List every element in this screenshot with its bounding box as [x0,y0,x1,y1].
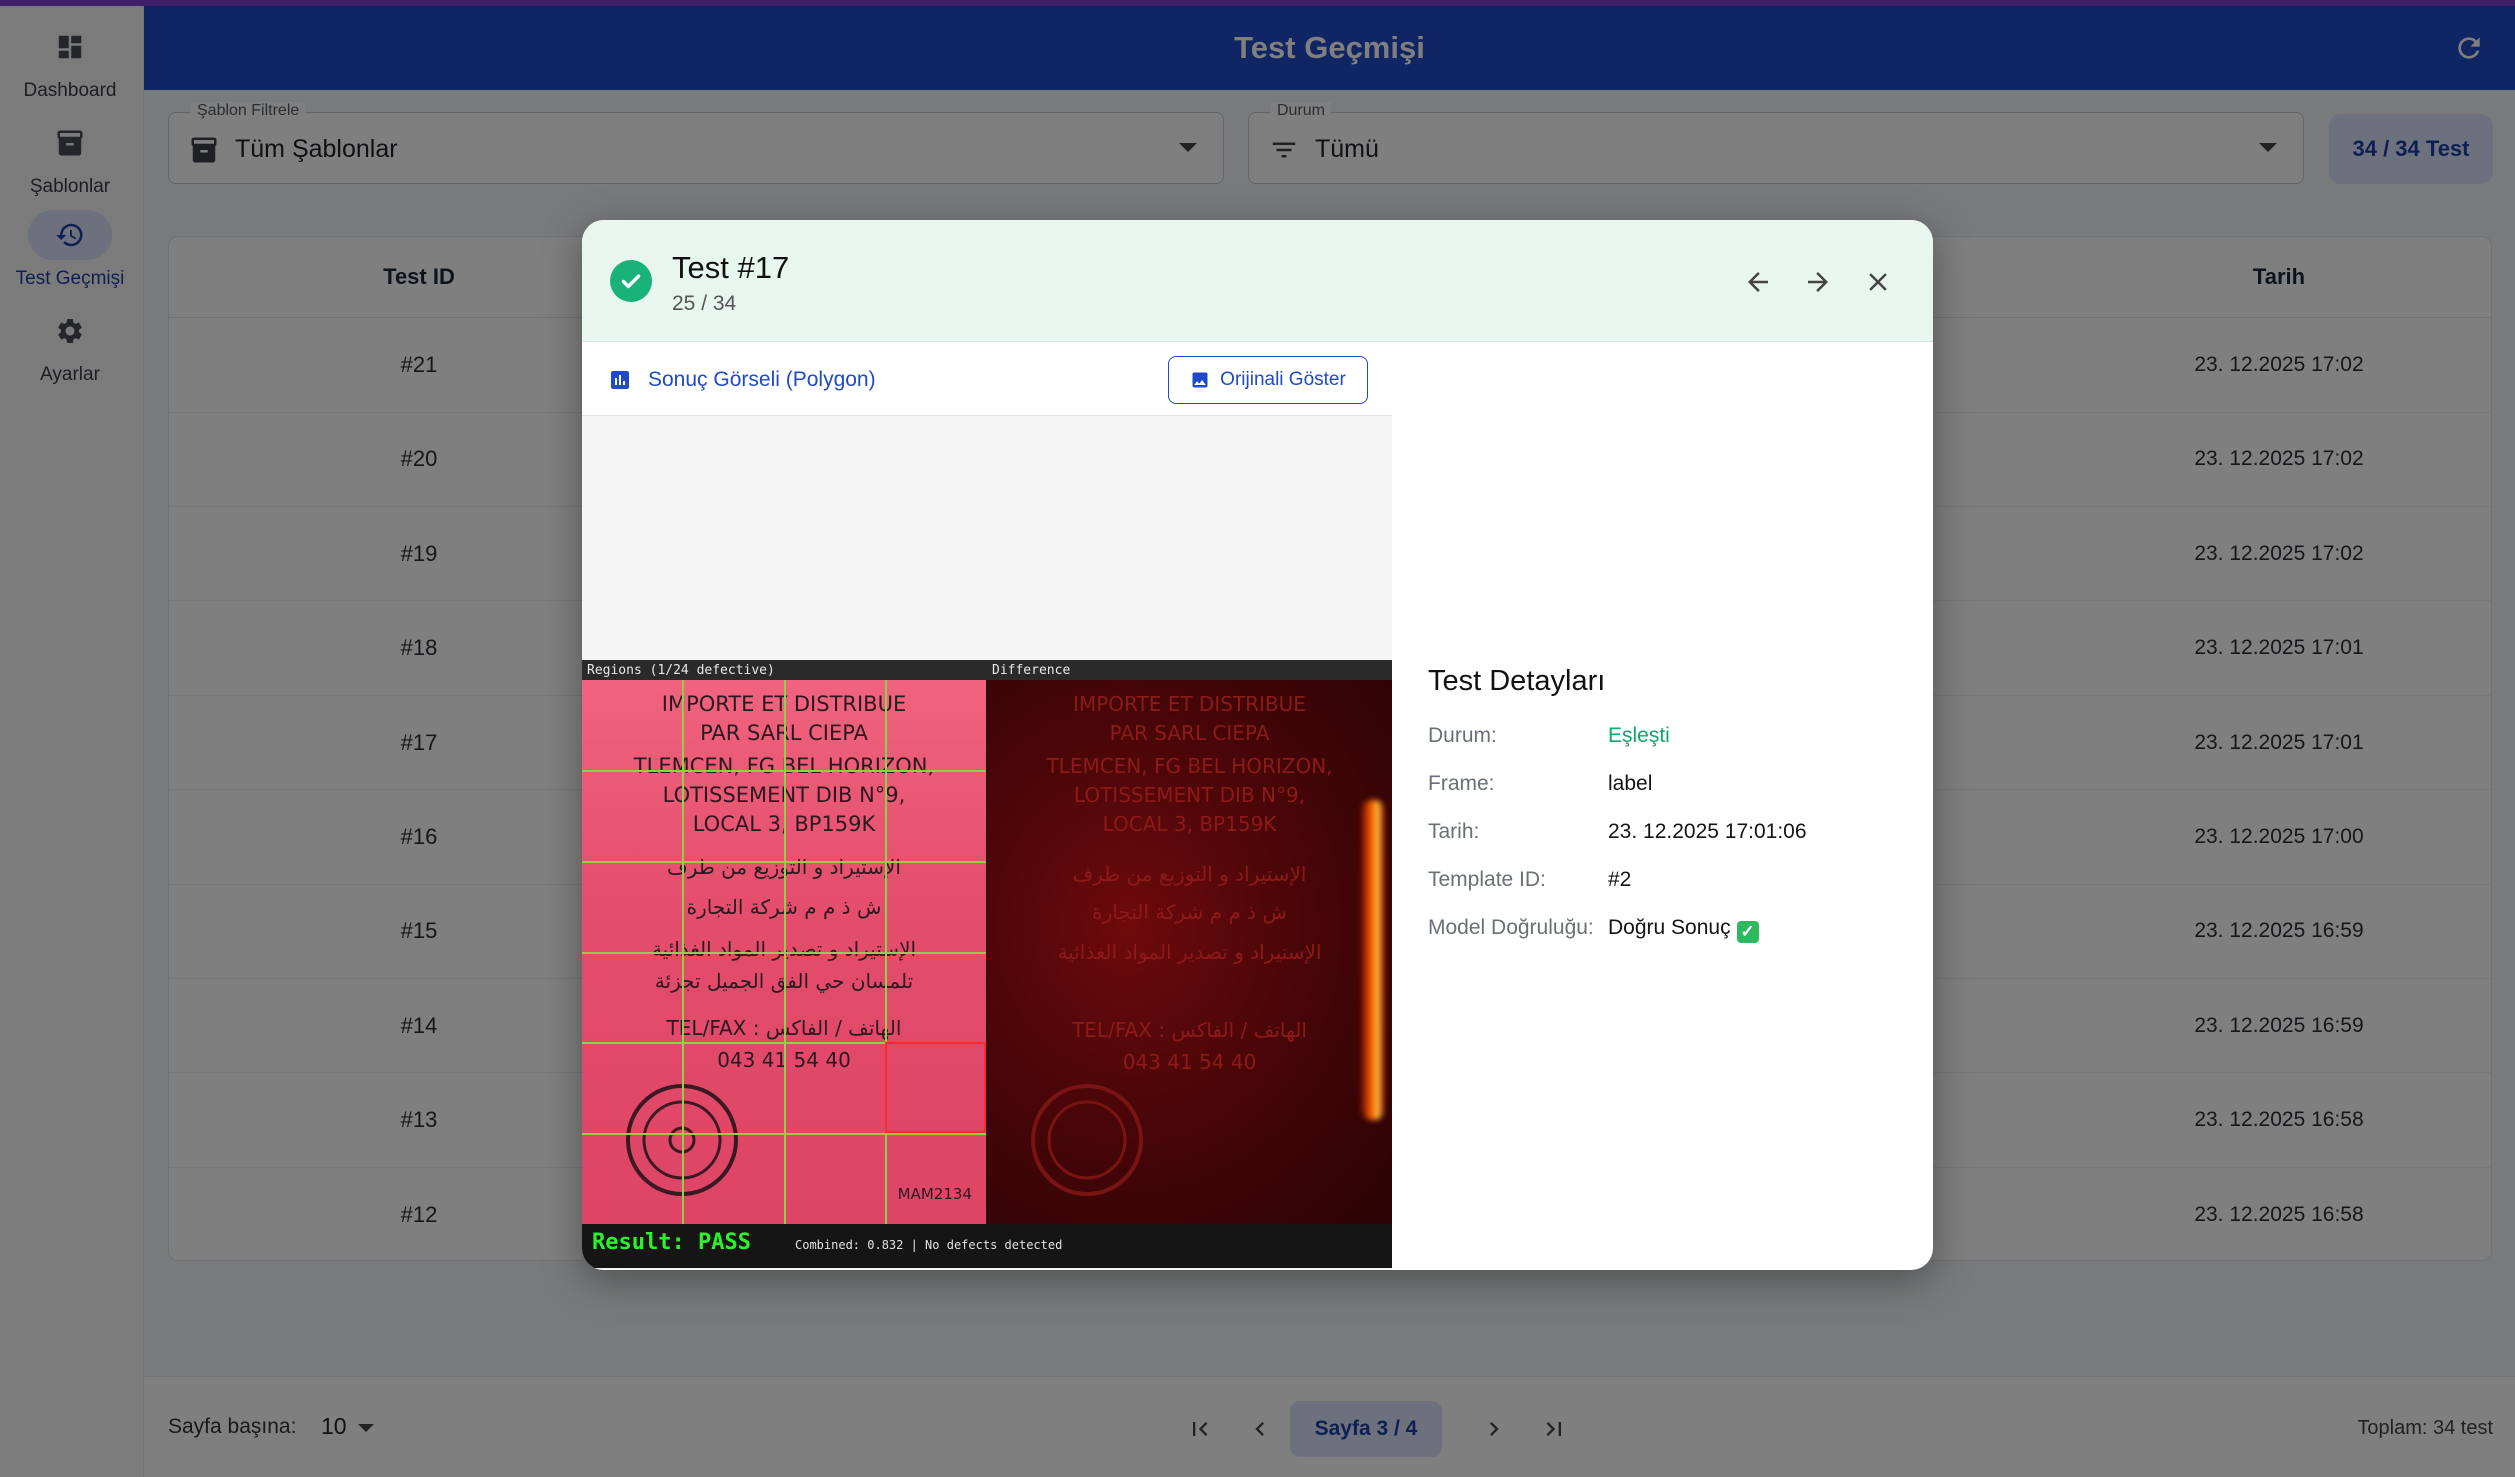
dialog-title: Test #17 [672,250,790,285]
check-circle-icon [610,260,652,302]
diff-arabic-line: ش ذ م م شركة التجارة [1092,900,1287,924]
detail-key: Frame: [1428,772,1495,795]
image-icon [1192,372,1208,388]
stamp-seal-icon [1031,1084,1143,1196]
difference-heat-edge [1362,800,1384,1120]
close-dialog-button[interactable] [1856,260,1900,304]
show-original-button[interactable]: Orijinali Göster [1168,356,1368,404]
region-grid-line [582,861,986,863]
diff-text-line: LOCAL 3, BP159K [1102,812,1277,836]
test-details-panel: Test Detayları Durum: Eşleşti Frame: lab… [1428,665,1908,964]
detail-key: Durum: [1428,724,1497,747]
regions-photo: IMPORTE ET DISTRIBUE PAR SARL CIEPA TLEM… [582,680,986,1224]
image-caption-bar: Regions (1/24 defective) Difference [582,660,1392,680]
details-title: Test Detayları [1428,665,1606,697]
detail-key: Tarih: [1428,820,1480,843]
chart-icon [608,368,632,397]
image-toolbar: Sonuç Görseli (Polygon) Orijinali Göster [582,342,1392,416]
result-pass-label: Result: PASS [592,1230,751,1255]
diff-text-line: IMPORTE ET DISTRIBUE [1073,692,1306,716]
difference-photo: IMPORTE ET DISTRIBUE PAR SARL CIEPA TLEM… [987,680,1392,1224]
diff-text-line: PAR SARL CIEPA [1109,721,1270,745]
region-grid-line [582,1133,986,1135]
show-original-label: Orijinali Göster [1220,369,1346,390]
detail-value-frame: label [1608,772,1653,795]
detail-row-frame: Frame: label [1428,772,1908,820]
detail-value-status: Eşleşti [1608,724,1670,747]
detail-key: Model Doğruluğu: [1428,916,1594,939]
image-result-bar: Result: PASS Combined: 0.832 | No defect… [582,1224,1392,1268]
result-image: Regions (1/24 defective) Difference IMPO… [582,660,1392,1268]
photo-code: MAM2134 [897,1185,972,1203]
difference-caption: Difference [992,663,1071,678]
check-mark-icon: ✓ [1736,921,1759,943]
detail-value-template-id: #2 [1608,868,1632,891]
dialog-header: Test #17 25 / 34 [582,220,1933,342]
arrow-right-icon [1808,272,1828,292]
dialog-position: 25 / 34 [672,292,737,315]
result-image-pane: Sonuç Görseli (Polygon) Orijinali Göster… [582,342,1392,1270]
combined-score-label: Combined: 0.832 | No defects detected [795,1238,1063,1252]
previous-test-button[interactable] [1736,260,1780,304]
diff-arabic-line: الإستيراد و التوزيع من طرف [1072,862,1307,886]
arrow-left-icon [1748,272,1768,292]
next-test-button[interactable] [1796,260,1840,304]
diff-text-line: LOTISSEMENT DIB N°9, [1073,783,1306,807]
region-grid-line [582,770,986,772]
result-image-title: Sonuç Görseli (Polygon) [648,368,876,391]
defective-region-box [885,1042,986,1133]
diff-phone-line: 043 41 54 40 [1122,1050,1257,1074]
detail-row-template-id: Template ID: #2 [1428,868,1908,916]
test-detail-dialog: Test #17 25 / 34 Sonuç Görseli (Polygon)… [582,220,1933,1270]
regions-caption: Regions (1/24 defective) [587,663,775,678]
diff-tel-line: TEL/FAX : الهاتف / الفاكس [1072,1018,1307,1042]
detail-row-date: Tarih: 23. 12.2025 17:01:06 [1428,820,1908,868]
model-accuracy-text: Doğru Sonuç [1608,916,1731,939]
region-grid-line [582,952,986,954]
detail-value-model-accuracy: Doğru Sonuç ✓ [1608,916,1759,943]
detail-row-model-accuracy: Model Doğruluğu: Doğru Sonuç ✓ [1428,916,1908,964]
diff-arabic-line: الإستيراد و تصدير المواد الغذائية [1057,940,1322,964]
detail-value-date: 23. 12.2025 17:01:06 [1608,820,1807,843]
detail-row-status: Durum: Eşleşti [1428,724,1908,772]
detail-key: Template ID: [1428,868,1546,891]
close-icon [1869,273,1887,291]
diff-text-line: TLEMCEN, FG BEL HORIZON, [1046,754,1333,778]
